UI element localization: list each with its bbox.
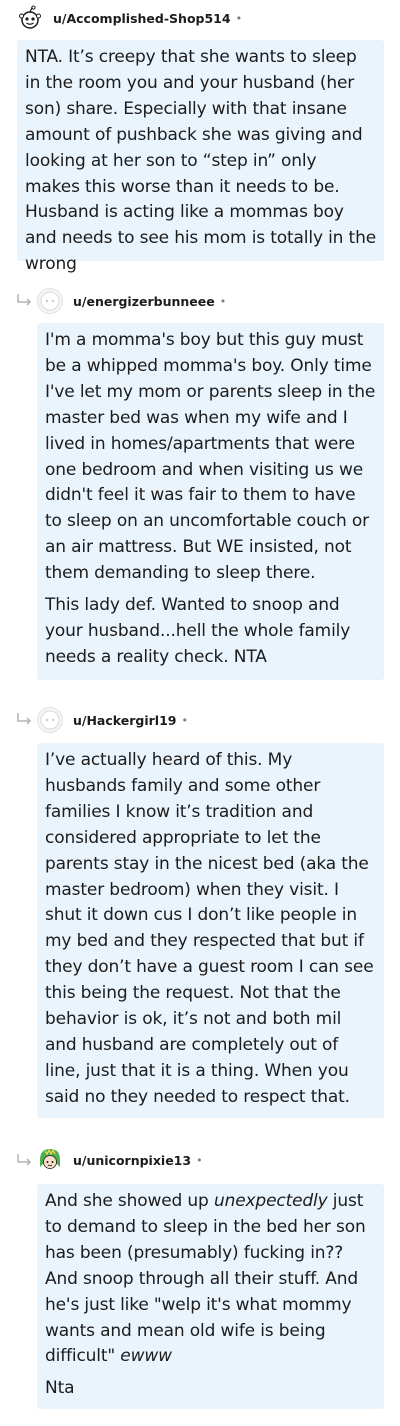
default-avatar-icon[interactable] [37, 707, 63, 733]
default-avatar-icon[interactable] [37, 288, 63, 314]
comment-header: u/Accomplished-Shop514 • [17, 5, 242, 31]
comment-header: u/Hackergirl19 • [37, 707, 188, 733]
reply-arrow-icon [17, 1154, 32, 1166]
reddit-snoo-icon[interactable] [17, 5, 43, 31]
comment-text: NTA. It’s creepy that she wants to sleep… [25, 47, 377, 275]
text-run: And she showed up [45, 1191, 214, 1211]
separator-dot: • [181, 713, 188, 727]
separator-dot: • [196, 1153, 203, 1167]
emphasis-text: unexpectedly [213, 1191, 328, 1211]
reply-arrow-icon [17, 713, 32, 725]
text-run: just to demand to sleep in the bed her s… [45, 1191, 366, 1367]
comment-text: And she showed up unexpectedly just to d… [45, 1189, 376, 1370]
username[interactable]: u/Accomplished-Shop514 [53, 11, 231, 26]
separator-dot: • [219, 294, 227, 308]
comment-text: Nta [45, 1378, 75, 1399]
comment-header: u/unicornpixie13 • [37, 1147, 203, 1173]
username[interactable]: u/Hackergirl19 [73, 713, 176, 728]
green-haired-avatar-icon[interactable] [37, 1147, 63, 1173]
reply-arrow-icon [17, 294, 32, 306]
comment-text: I’ve actually heard of this. My husbands… [45, 750, 374, 1107]
comment-text: I'm a momma's boy but this guy must be a… [45, 330, 376, 584]
username[interactable]: u/energizerbunneee [73, 294, 215, 309]
comment-text: This lady def. Wanted to snoop and your … [45, 595, 351, 667]
comment-header: u/energizerbunneee • [37, 288, 226, 314]
username[interactable]: u/unicornpixie13 [73, 1153, 191, 1168]
emphasis-text: ewww [120, 1346, 172, 1367]
comment-body: And she showed up unexpectedly just to d… [37, 1184, 384, 1409]
comment-body: NTA. It’s creepy that she wants to sleep… [17, 40, 384, 274]
comment-body: I’ve actually heard of this. My husbands… [37, 743, 384, 1118]
comment-body: I'm a momma's boy but this guy must be a… [37, 323, 384, 680]
separator-dot: • [235, 11, 243, 25]
